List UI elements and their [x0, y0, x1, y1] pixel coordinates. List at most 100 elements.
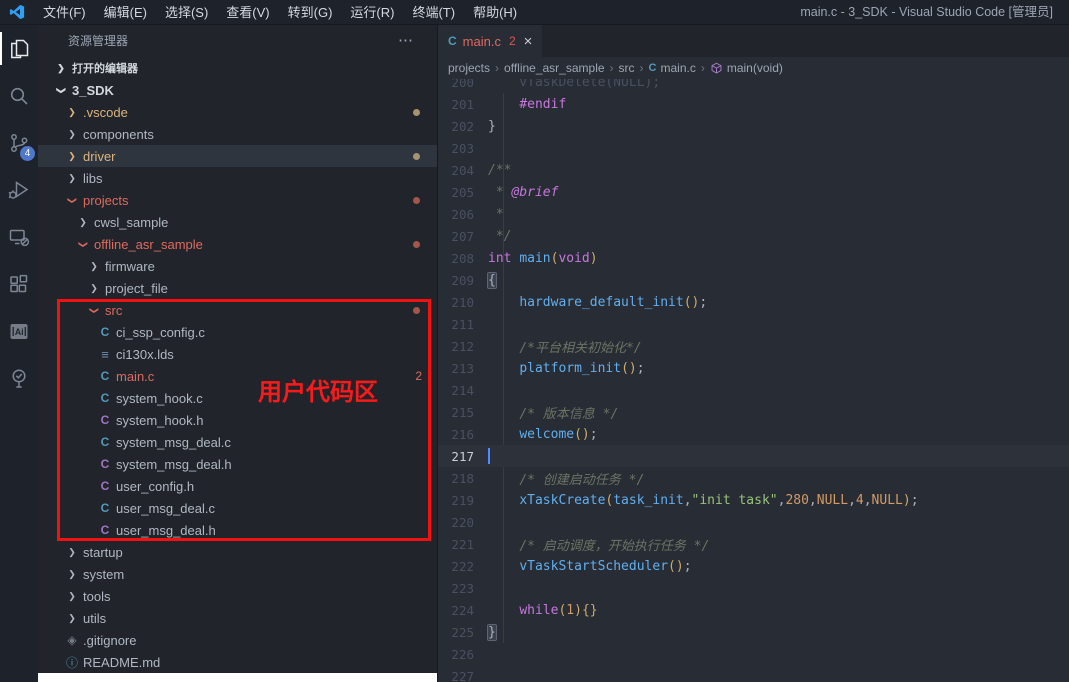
breadcrumb-item-offline_asr_sample[interactable]: offline_asr_sample [504, 61, 605, 75]
breadcrumb-item-main(void)[interactable]: main(void) [710, 61, 783, 75]
code-line-221[interactable]: 221 /* 启动调度，开始执行任务 */ [438, 533, 1069, 555]
menu-item-4[interactable]: 查看(V) [217, 0, 278, 25]
menu-item-8[interactable]: 帮助(H) [464, 0, 526, 25]
tree-item-offline_asr_sample[interactable]: ❯offline_asr_sample [38, 233, 437, 255]
tree-item-cwsl_sample[interactable]: ❯cwsl_sample [38, 211, 437, 233]
tree-item-system_hook.h[interactable]: Csystem_hook.h [38, 409, 437, 431]
breadcrumb-item-src[interactable]: src [619, 61, 635, 75]
line-content: { [488, 273, 496, 288]
menu-item-5[interactable]: 转到(G) [279, 0, 342, 25]
code-line-212[interactable]: 212 /*平台相关初始化*/ [438, 335, 1069, 357]
chevron-right-icon: ❯ [64, 547, 80, 558]
tree-item-startup[interactable]: ❯startup [38, 541, 437, 563]
tree-check-icon[interactable] [0, 354, 38, 401]
menu-item-3[interactable]: 选择(S) [156, 0, 217, 25]
source-control-icon[interactable]: 4 [0, 119, 38, 166]
close-icon[interactable]: × [524, 33, 533, 50]
tree-item-libs[interactable]: ❯libs [38, 167, 437, 189]
code-area[interactable]: 200 vTaskDelete(NULL);201 #endif202}2032… [438, 79, 1069, 682]
tree-item-system[interactable]: ❯system [38, 563, 437, 585]
line-content: int main(void) [488, 251, 598, 266]
h-file-icon: C [97, 479, 113, 493]
tree-item-system_msg_deal.h[interactable]: Csystem_msg_deal.h [38, 453, 437, 475]
tab-main-c[interactable]: C main.c 2 × [438, 25, 542, 57]
tree-item-firmware[interactable]: ❯firmware [38, 255, 437, 277]
code-line-223[interactable]: 223 [438, 577, 1069, 599]
chevron-right-icon: ❯ [53, 63, 69, 74]
code-line-205[interactable]: 205 * @brief [438, 181, 1069, 203]
code-line-201[interactable]: 201 #endif [438, 93, 1069, 115]
code-line-213[interactable]: 213 platform_init(); [438, 357, 1069, 379]
code-line-218[interactable]: 218 /* 创建启动任务 */ [438, 467, 1069, 489]
tree-item-tools[interactable]: ❯tools [38, 585, 437, 607]
code-line-216[interactable]: 216 welcome(); [438, 423, 1069, 445]
line-number: 207 [438, 229, 488, 244]
tree-item-system_msg_deal.c[interactable]: Csystem_msg_deal.c [38, 431, 437, 453]
code-line-200[interactable]: 200 vTaskDelete(NULL); [438, 79, 1069, 93]
breadcrumb-item-projects[interactable]: projects [448, 61, 490, 75]
code-line-208[interactable]: 208int main(void) [438, 247, 1069, 269]
code-line-214[interactable]: 214 [438, 379, 1069, 401]
code-line-202[interactable]: 202} [438, 115, 1069, 137]
ai-extension-icon[interactable]: Ai [0, 307, 38, 354]
menu-item-6[interactable]: 运行(R) [341, 0, 403, 25]
tree-item-user_msg_deal.c[interactable]: Cuser_msg_deal.c [38, 497, 437, 519]
code-line-215[interactable]: 215 /* 版本信息 */ [438, 401, 1069, 423]
tree-item-ci130x.lds[interactable]: ≡ci130x.lds [38, 343, 437, 365]
tree-item-components[interactable]: ❯components [38, 123, 437, 145]
tree-item-driver[interactable]: ❯driver [38, 145, 437, 167]
more-actions-icon[interactable]: ⋯ [398, 25, 413, 57]
search-icon[interactable] [0, 72, 38, 119]
menu-item-7[interactable]: 终端(T) [403, 0, 464, 25]
tree-item-main.c[interactable]: Cmain.c2 [38, 365, 437, 387]
chevron-down-icon: ❯ [67, 192, 78, 208]
tree-item-3_SDK[interactable]: ❯3_SDK [38, 79, 437, 101]
breadcrumb-label: main.c [661, 61, 696, 75]
code-line-209[interactable]: 209{ [438, 269, 1069, 291]
code-line-220[interactable]: 220 [438, 511, 1069, 533]
tree-item-user_config.h[interactable]: Cuser_config.h [38, 475, 437, 497]
tree-item-label: system_msg_deal.c [116, 435, 231, 450]
code-line-211[interactable]: 211 [438, 313, 1069, 335]
tree-item-.gitignore[interactable]: ◈.gitignore [38, 629, 437, 651]
code-line-207[interactable]: 207 */ [438, 225, 1069, 247]
run-debug-icon[interactable] [0, 166, 38, 213]
tree-item-打开的编辑器[interactable]: ❯打开的编辑器 [38, 57, 437, 79]
code-line-210[interactable]: 210 hardware_default_init(); [438, 291, 1069, 313]
code-line-226[interactable]: 226 [438, 643, 1069, 665]
remote-explorer-icon[interactable] [0, 213, 38, 260]
code-line-222[interactable]: 222 vTaskStartScheduler(); [438, 555, 1069, 577]
code-line-204[interactable]: 204/** [438, 159, 1069, 181]
breadcrumb-label: src [619, 61, 635, 75]
code-line-224[interactable]: 224 while(1){} [438, 599, 1069, 621]
code-line-203[interactable]: 203 [438, 137, 1069, 159]
extensions-icon[interactable] [0, 260, 38, 307]
tree-item-user_msg_deal.h[interactable]: Cuser_msg_deal.h [38, 519, 437, 541]
line-number: 216 [438, 427, 488, 442]
code-line-225[interactable]: 225} [438, 621, 1069, 643]
line-number: 208 [438, 251, 488, 266]
tree-item-README.md[interactable]: ⓘREADME.md [38, 651, 437, 673]
code-line-219[interactable]: 219 xTaskCreate(task_init,"init task",28… [438, 489, 1069, 511]
menu-item-2[interactable]: 编辑(E) [95, 0, 156, 25]
line-number: 223 [438, 581, 488, 596]
code-line-206[interactable]: 206 * [438, 203, 1069, 225]
tree-item-label: user_msg_deal.h [116, 523, 216, 538]
tree-item-.vscode[interactable]: ❯.vscode [38, 101, 437, 123]
tree-item-label: user_msg_deal.c [116, 501, 215, 516]
tree-item-label: libs [83, 171, 103, 186]
tree-item-utils[interactable]: ❯utils [38, 607, 437, 629]
breadcrumb-item-main.c[interactable]: Cmain.c [649, 61, 696, 75]
explorer-icon[interactable] [0, 25, 38, 72]
tree-item-src[interactable]: ❯src [38, 299, 437, 321]
tree-item-projects[interactable]: ❯projects [38, 189, 437, 211]
file-tree: ❯打开的编辑器❯3_SDK❯.vscode❯components❯driver❯… [38, 57, 437, 673]
chevron-right-icon: ❯ [64, 129, 80, 140]
code-line-227[interactable]: 227 [438, 665, 1069, 682]
menu-item-1[interactable]: 文件(F) [34, 0, 95, 25]
tree-item-ci_ssp_config.c[interactable]: Cci_ssp_config.c [38, 321, 437, 343]
tree-item-system_hook.c[interactable]: Csystem_hook.c [38, 387, 437, 409]
tree-item-label: 打开的编辑器 [72, 60, 138, 76]
code-line-217[interactable]: 217 [438, 445, 1069, 467]
tree-item-project_file[interactable]: ❯project_file [38, 277, 437, 299]
